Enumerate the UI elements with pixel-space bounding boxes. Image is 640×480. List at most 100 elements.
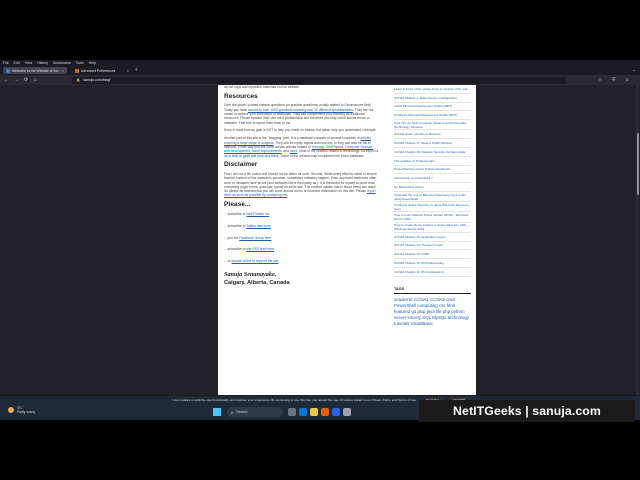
- sidebar-post-link[interactable]: CCNA1 Module 16: Network Security Fundam…: [394, 148, 471, 157]
- search-placeholder: Search: [236, 410, 248, 414]
- sun-icon: [8, 407, 14, 413]
- please-item: ... subscribe to NetITGeeks Inc: [224, 212, 379, 216]
- back-button[interactable]: ←: [4, 76, 9, 84]
- sidebar-post-link[interactable]: CCNA1 Module 14: Transport Layer: [394, 242, 471, 251]
- content-viewport: do not copy and republish materials on t…: [0, 85, 640, 395]
- text: ... or: [224, 259, 232, 264]
- firefox-icon[interactable]: [321, 408, 329, 416]
- address-url: sanuja.com/blog/: [83, 78, 111, 82]
- sidebar-post-link[interactable]: CCNA1 Module 12: IPv6 Addressing: [394, 259, 471, 268]
- text: ... join the: [224, 235, 240, 240]
- please-item: ... join the Facebook Group here: [224, 236, 379, 240]
- tab-close-icon[interactable]: ×: [62, 69, 64, 73]
- netitgeeks-link[interactable]: NetITGeeks Inc: [246, 212, 269, 216]
- tags-title: TAGS: [394, 287, 471, 294]
- sidebar-post-link[interactable]: CCNA1 Exam Questions Reviews: [394, 130, 471, 140]
- sidebar-post-link[interactable]: Automate the rest of BitLocker Recovery …: [394, 192, 471, 203]
- windows-logo-tile: [213, 412, 217, 416]
- sidebar-post-link[interactable]: Configure Microsoft Deployment Toolkit (…: [394, 111, 471, 121]
- reload-button[interactable]: ⟳: [24, 76, 28, 84]
- weather-text: 4°C Partly sunny: [17, 406, 35, 414]
- watermark-banner: NetITGeeks | sanuja.com: [419, 400, 635, 422]
- new-tab-button[interactable]: +: [135, 67, 138, 73]
- bookmark-star-icon[interactable]: ☆: [598, 76, 602, 84]
- search-icon: ⌕: [231, 409, 234, 415]
- list-all-tabs-button[interactable]: ⌄: [633, 67, 636, 72]
- store-icon[interactable]: [332, 408, 340, 416]
- sidebar-post-link[interactable]: Configure Active Directory to Store BitL…: [394, 202, 471, 213]
- navigation-toolbar: ← → ⟳ ⌂ 🔒 sanuja.com/blog/ ☆ ⛨ ≡: [0, 75, 640, 85]
- task-view-icon[interactable]: [288, 408, 296, 416]
- start-button[interactable]: [213, 408, 221, 416]
- sidebar-post-link[interactable]: PowerShell Execution Policies Explained: [394, 166, 471, 175]
- sidebar-post-link[interactable]: Install Microsoft Deployment Toolkit (MD…: [394, 103, 471, 112]
- sidebar-post-link[interactable]: CCNA1 Module 17: Build a Small Network: [394, 139, 471, 148]
- cookie-text: I use cookies to optimize site functiona…: [172, 398, 417, 402]
- screen: File Edit View History Bookmarks Tools H…: [0, 0, 640, 480]
- tab-close-icon[interactable]: ×: [127, 69, 129, 73]
- home-button[interactable]: ⌂: [34, 76, 37, 84]
- resources-paragraph-1: Over the years I posted sample questions…: [224, 103, 379, 124]
- rss-link[interactable]: site RSS feed here: [246, 247, 274, 251]
- text: ... subscribe to: [224, 211, 247, 216]
- taskbar-search[interactable]: ⌕ Search: [227, 407, 283, 417]
- please-heading: Please...: [224, 201, 251, 209]
- forward-button[interactable]: →: [14, 76, 19, 84]
- sidebar-post-link[interactable]: CCNA1 Module 1: Basic Device Configurati…: [394, 94, 471, 103]
- tab-title: Welcome to the Website of Sa...: [12, 68, 60, 73]
- tag-cloud[interactable]: academic CCNA1 CCNA2 cmd PowerShell comp…: [394, 297, 471, 327]
- resources-paragraph-2: Keep in mind that my goal is NOT to help…: [224, 128, 377, 133]
- sidebar-post-link[interactable]: CCNA1 Module 13: ICMP: [394, 250, 471, 260]
- sidebar-post-link[interactable]: How to map Network Drives without GPOs –…: [394, 212, 471, 223]
- tab-advanced-preferences[interactable]: Advanced Preferences ×: [72, 67, 132, 74]
- resources-paragraph-3: Another part of this site is the "bloggi…: [224, 136, 379, 157]
- edge-icon[interactable]: [299, 408, 307, 416]
- firefox-favicon-icon: [75, 68, 79, 73]
- web-page: do not copy and republish materials on t…: [218, 85, 476, 395]
- sidebar-post-link[interactable]: No Benevolent Action: [394, 183, 471, 192]
- intro-text: do not copy and republish materials on t…: [224, 85, 300, 89]
- sidebar-post-link[interactable]: How Tips for New Computer Science and In…: [394, 120, 471, 131]
- lock-icon: 🔒: [76, 78, 81, 82]
- desktop: File Edit View History Bookmarks Tools H…: [0, 60, 640, 420]
- text: ... subscribe to: [224, 247, 247, 252]
- file-explorer-icon[interactable]: [310, 408, 318, 416]
- facebook-link[interactable]: Facebook Group here: [239, 236, 271, 240]
- tab-bar: Welcome to the Website of Sa... × Advanc…: [0, 66, 640, 75]
- tab-sanuja[interactable]: Welcome to the Website of Sa... ×: [3, 67, 67, 74]
- address-bar[interactable]: 🔒 sanuja.com/blog/: [72, 76, 566, 84]
- please-item: ... subscribe to Twitter feed here: [224, 224, 379, 228]
- sidebar: Learn in Front of the whole array of con…: [394, 85, 471, 327]
- text: .: [287, 193, 288, 198]
- disclaimer-heading: Disclaimer: [224, 161, 258, 169]
- text: ... subscribe to: [224, 223, 247, 228]
- sidebar-post-link[interactable]: CCNA1 Module 10: Application Layer: [394, 233, 471, 242]
- signature-name: Sanuja Senanayake,: [224, 271, 277, 279]
- please-item: ... subscribe to site RSS feed here: [224, 247, 379, 251]
- main-content: do not copy and republish materials on t…: [224, 85, 379, 286]
- resources-heading: Resources: [224, 92, 258, 100]
- twitter-link[interactable]: Twitter feed here: [246, 224, 271, 228]
- sidebar-post-link[interactable]: CCNA1 Module 11: IPv4 Addressing: [394, 268, 471, 277]
- sidebar-post-link[interactable]: Learn in Front of the whole array of con…: [394, 85, 471, 94]
- weather-widget[interactable]: 4°C Partly sunny: [8, 406, 35, 414]
- windows-logo-tile: [213, 408, 217, 412]
- windows-logo-tile: [217, 412, 221, 416]
- please-item: ... or donate online to support the site: [224, 259, 379, 263]
- site-favicon-icon: [6, 68, 10, 73]
- sidebar-post-link[interactable]: How to create Home Folders in Active Dir…: [394, 223, 471, 233]
- sidebar-post-link[interactable]: The qualities of Professionals: [394, 157, 471, 166]
- disclaimer-paragraph: First I am not a life coach and should n…: [224, 172, 379, 198]
- weather-desc: Partly sunny: [17, 410, 36, 414]
- shield-icon[interactable]: ⛨: [612, 76, 615, 84]
- sidebar-post-link[interactable]: Introduction to PowerShell 7: [394, 174, 471, 184]
- text: First I am not a life coach and should n…: [224, 171, 377, 194]
- windows-logo-tile: [217, 408, 221, 412]
- vertical-scrollbar[interactable]: [636, 85, 639, 395]
- tab-title: Advanced Preferences: [81, 68, 116, 73]
- donate-link[interactable]: donate online to support the site: [232, 259, 279, 263]
- hamburger-menu-icon[interactable]: ≡: [626, 76, 629, 84]
- app-icon[interactable]: [343, 408, 351, 416]
- scrollbar-thumb[interactable]: [636, 133, 639, 195]
- signature-place: Calgary, Alberta, Canada: [224, 280, 290, 287]
